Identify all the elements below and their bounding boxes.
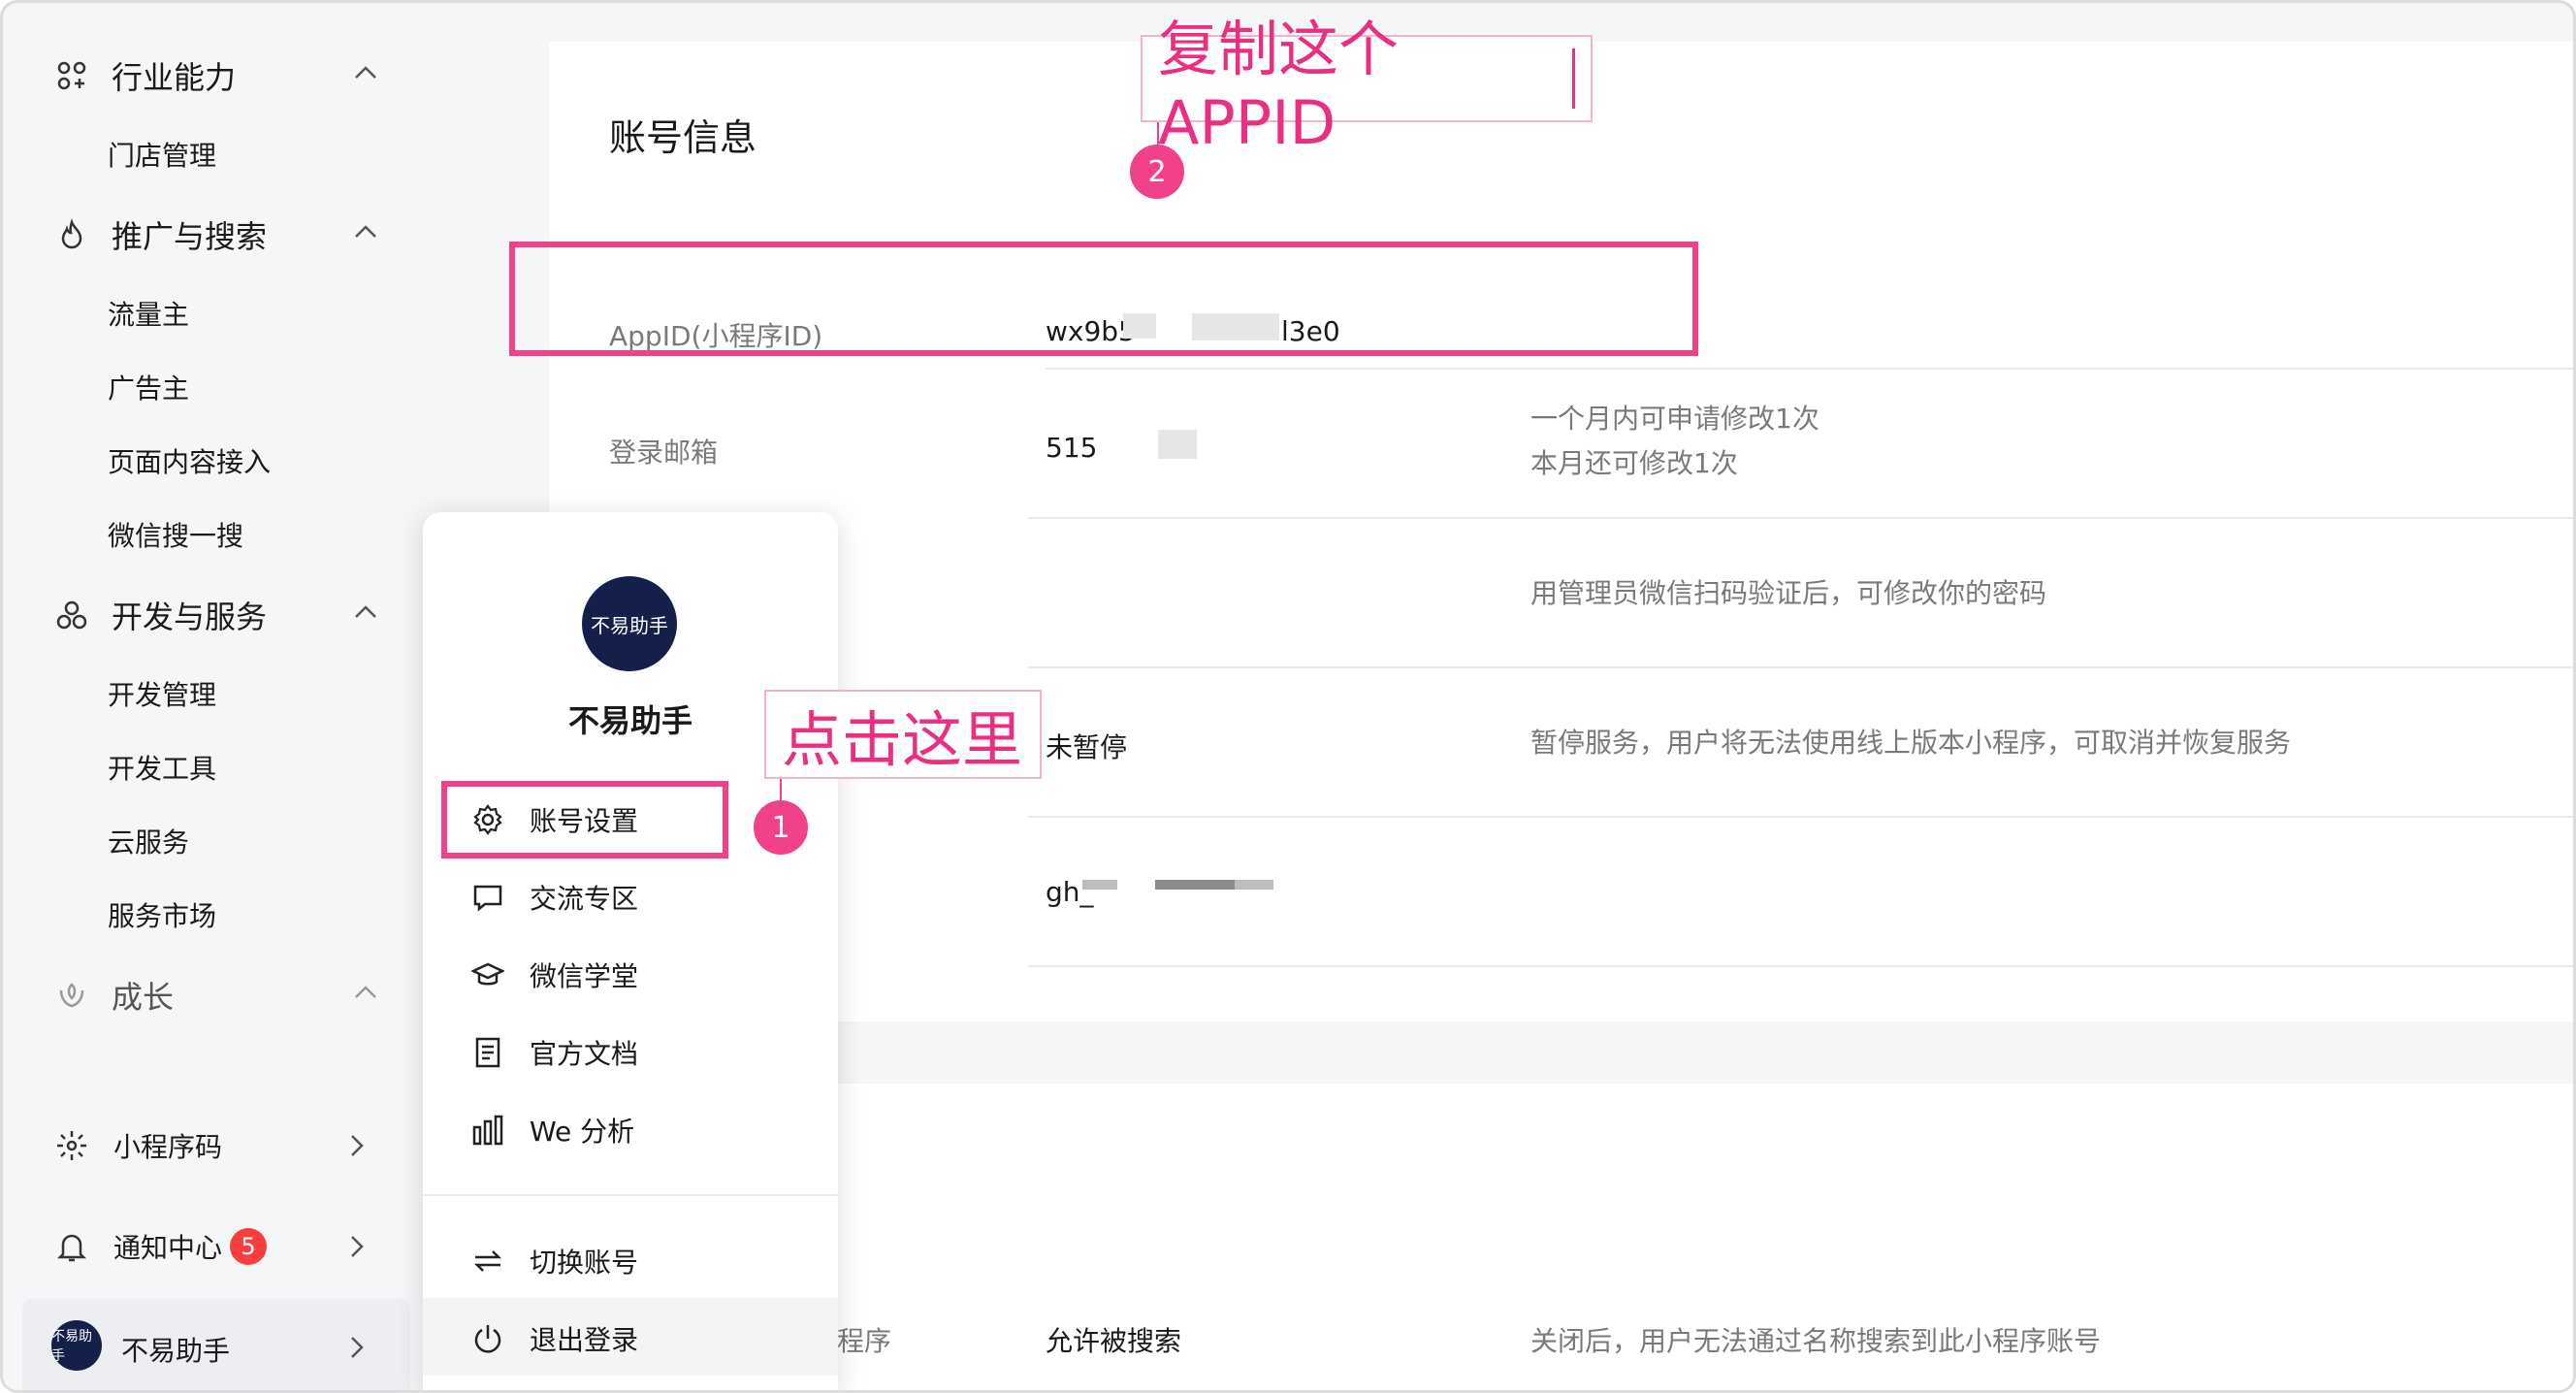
account-info-panel: 账号信息 AppID(小程序ID) wx9b5 l3e0 登录邮箱 515 一个… <box>549 42 2573 1021</box>
sidebar-item-service-market[interactable]: 服务市场 <box>108 895 216 934</box>
flame-icon <box>53 216 90 253</box>
notification-badge: 5 <box>230 1228 268 1265</box>
divider <box>1028 816 2573 818</box>
redacted-block <box>1235 880 1273 890</box>
nav-group-promotion[interactable]: 推广与搜索 <box>53 212 267 257</box>
sidebar-user-row[interactable]: 不易助手 不易助手 <box>22 1299 410 1390</box>
password-note: 用管理员微信扫码验证后，可修改你的密码 <box>1530 577 2047 609</box>
official-docs-button[interactable]: 官方文档 <box>469 1033 638 1072</box>
menu-item-label: 交流专区 <box>530 883 639 915</box>
service-status-value: 未暂停 <box>1046 731 1128 763</box>
nav-group-label: 行业能力 <box>112 59 237 96</box>
sidebar-item-label: 通知中心 <box>113 1232 223 1264</box>
power-icon <box>469 1320 506 1357</box>
menu-item-label: We 分析 <box>530 1116 635 1148</box>
copy-appid-callout: 复制这个APPID <box>1141 14 1593 158</box>
email-value: 515 <box>1046 432 1098 464</box>
nav-group-label: 开发与服务 <box>112 599 268 635</box>
menu-item-label: 官方文档 <box>530 1038 639 1070</box>
search-setting-label: 程序 <box>837 1325 892 1357</box>
divider <box>1046 368 2573 370</box>
step-1-marker: 1 <box>754 800 808 855</box>
dev-services-icon <box>53 597 90 633</box>
menu-item-label: 微信学堂 <box>530 960 639 992</box>
sidebar-item-miniprogram-code[interactable]: 小程序码 <box>53 1126 222 1165</box>
nav-group-label: 成长 <box>112 979 175 1016</box>
avatar: 不易助手 <box>582 576 677 671</box>
nav-group-industry[interactable]: 行业能力 <box>53 53 236 98</box>
analytics-icon <box>469 1112 506 1149</box>
wechat-academy-button[interactable]: 微信学堂 <box>469 956 638 994</box>
redacted-block <box>1082 880 1117 890</box>
nav-group-dev-services[interactable]: 开发与服务 <box>53 593 267 637</box>
sidebar-item-advertiser[interactable]: 广告主 <box>108 368 189 406</box>
sidebar-item-cloud-service[interactable]: 云服务 <box>108 822 189 860</box>
user-name: 不易助手 <box>121 1335 231 1367</box>
email-label: 登录邮箱 <box>609 437 719 469</box>
sidebar-item-store[interactable]: 门店管理 <box>108 135 216 174</box>
sidebar-item-traffic-owner[interactable]: 流量主 <box>108 294 189 333</box>
search-setting-note: 关闭后，用户无法通过名称搜索到此小程序账号 <box>1530 1325 2102 1357</box>
chevron-right-icon[interactable] <box>342 1229 371 1264</box>
chat-icon <box>469 879 506 916</box>
app-window: 行业能力 门店管理 推广与搜索 流量主 广告主 页面内容接入 微信搜一搜 开发与… <box>0 0 2576 1393</box>
email-note: 一个月内可申请修改1次 本月还可修改1次 <box>1530 397 1819 486</box>
avatar: 不易助手 <box>51 1320 102 1371</box>
email-note-line: 一个月内可申请修改1次 <box>1530 403 1819 435</box>
industry-icon <box>53 57 90 94</box>
callout-text: 复制这个APPID <box>1158 13 1400 158</box>
chevron-up-icon[interactable] <box>348 55 383 90</box>
sidebar-item-dev-management[interactable]: 开发管理 <box>108 674 216 713</box>
sidebar-item-label: 小程序码 <box>113 1131 223 1163</box>
email-row: 登录邮箱 515 一个月内可申请修改1次 本月还可修改1次 <box>549 377 2573 523</box>
switch-account-button[interactable]: 切换账号 <box>469 1242 638 1280</box>
account-popover: 不易助手 不易助手 账号设置 交流专区 微信学堂 官方文档 We 分析 切换账号… <box>423 512 838 1390</box>
step-2-marker: 2 <box>1130 145 1184 199</box>
click-here-callout: 点击这里 <box>764 690 1042 779</box>
callout-text: 点击这里 <box>782 704 1023 775</box>
divider <box>1028 517 2573 519</box>
original-id-row: gh_ <box>549 822 2573 967</box>
divider <box>1028 965 2573 967</box>
menu-item-label: 切换账号 <box>530 1247 639 1279</box>
redacted-block <box>1158 430 1197 459</box>
logout-button[interactable]: 退出登录 <box>469 1319 638 1358</box>
divider <box>1028 666 2573 668</box>
miniprogram-code-icon <box>53 1127 90 1164</box>
nav-group-label: 推广与搜索 <box>112 218 268 255</box>
chevron-up-icon[interactable] <box>348 214 383 249</box>
password-row: 用管理员微信扫码验证后，可修改你的密码 <box>549 523 2573 668</box>
sidebar-item-page-content[interactable]: 页面内容接入 <box>108 441 271 480</box>
chevron-up-icon[interactable] <box>348 595 383 630</box>
graduation-cap-icon <box>469 956 506 993</box>
sidebar-item-wechat-search[interactable]: 微信搜一搜 <box>108 515 243 554</box>
switch-icon <box>469 1243 506 1280</box>
service-status-note: 暂停服务，用户将无法使用线上版本小程序，可取消并恢复服务 <box>1530 727 2292 759</box>
page-title: 账号信息 <box>609 116 757 159</box>
sidebar-item-notifications[interactable]: 通知中心 5 <box>53 1227 268 1266</box>
chevron-up-icon[interactable] <box>348 975 383 1010</box>
callout-connector <box>780 779 782 802</box>
search-setting-value: 允许被搜索 <box>1046 1325 1182 1357</box>
bell-icon <box>53 1228 90 1265</box>
chevron-right-icon[interactable] <box>342 1128 371 1163</box>
text-cursor <box>1572 49 1575 109</box>
redacted-block <box>1155 880 1235 890</box>
chevron-right-icon[interactable] <box>342 1330 371 1365</box>
email-note-line: 本月还可修改1次 <box>1530 447 1738 479</box>
growth-icon <box>53 977 90 1014</box>
account-settings-highlight-box <box>441 781 728 858</box>
menu-item-label: 退出登录 <box>530 1324 639 1356</box>
appid-highlight-box <box>509 242 1698 356</box>
menu-divider <box>423 1194 838 1196</box>
search-settings-panel: 程序 允许被搜索 关闭后，用户无法通过名称搜索到此小程序账号 <box>837 1084 2573 1390</box>
community-button[interactable]: 交流专区 <box>469 878 638 917</box>
document-icon <box>469 1034 506 1071</box>
nav-group-growth[interactable]: 成长 <box>53 973 174 1018</box>
we-analytics-button[interactable]: We 分析 <box>469 1111 634 1150</box>
sidebar: 行业能力 门店管理 推广与搜索 流量主 广告主 页面内容接入 微信搜一搜 开发与… <box>3 3 410 1390</box>
sidebar-item-dev-tools[interactable]: 开发工具 <box>108 748 216 787</box>
